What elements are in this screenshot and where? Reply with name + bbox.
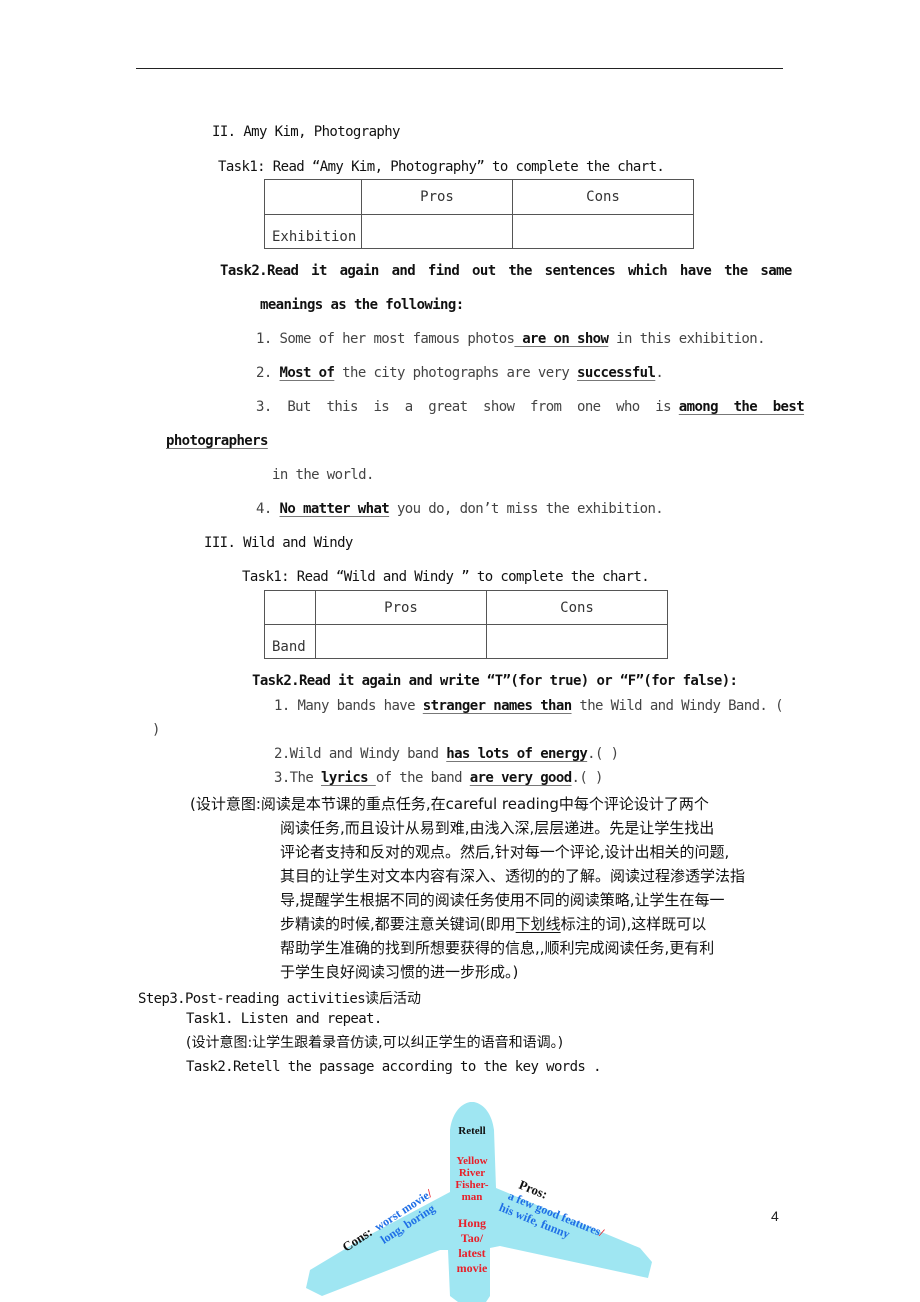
key-phrase: among the best — [678, 399, 805, 415]
item-number: 1. — [256, 331, 272, 347]
item-text: the city photographs are very — [334, 365, 578, 381]
item-number: 2. — [274, 746, 290, 762]
key-phrase: lyrics — [321, 770, 376, 786]
design-note-line-6: 步精读的时候,都要注意关键词(即用下划线标注的词),这样既可以 — [280, 912, 706, 937]
chart-row-label-exhibition: Exhibition — [264, 214, 362, 249]
sentence-item-3-wrap: photographers — [166, 433, 268, 449]
item-text: .( ) — [587, 746, 619, 762]
item-number: 1. — [274, 698, 290, 714]
design-note-line-1: (设计意图:阅读是本节课的重点任务,在careful reading中每个评论设… — [190, 795, 709, 813]
design-note-line-8: 于学生良好阅读习惯的进一步形成。) — [280, 963, 519, 981]
chart-cell-pros[interactable] — [315, 624, 487, 659]
task2-wild-windy: Task2.Read it again and write “T”(for tr… — [252, 673, 738, 689]
note-underlined-term: 下划线 — [515, 915, 561, 933]
section-heading-wild-windy: III. Wild and Windy — [204, 535, 353, 551]
tf-item-1-wrap: ) — [152, 722, 160, 738]
center-text-line: latest — [458, 1246, 485, 1260]
item-number: 3. — [256, 399, 272, 415]
item-text: But this is a great show from one who is — [287, 399, 679, 415]
center-text-line: River — [459, 1167, 485, 1179]
key-phrase: are very good — [469, 770, 572, 786]
retell-airplane-diagram: Retell YellowRiverFisher-man HongTao/lat… — [306, 1102, 652, 1302]
pros-cons-chart-band: Pros Cons Band — [264, 590, 668, 659]
design-note-line-2: 阅读任务,而且设计从易到难,由浅入深,层层递进。先是让学生找出 — [280, 819, 715, 837]
tf-item-2: 2.Wild and Windy band has lots of energy… — [274, 746, 619, 762]
page-number: 4 — [771, 1208, 779, 1224]
pros-cons-chart-exhibition: Pros Cons Exhibition — [264, 179, 694, 249]
center-text-line: Yellow — [456, 1155, 487, 1167]
center-text-line: Hong — [458, 1216, 486, 1230]
chart-cell-cons[interactable] — [486, 624, 668, 659]
task2-amy-kim-line2: meanings as the following: — [260, 297, 464, 313]
tf-item-3: 3.The lyrics of the band are very good.(… — [274, 770, 603, 786]
key-phrase: successful — [577, 365, 656, 381]
design-note-line-3: 评论者支持和反对的观点。然后,针对每一个评论,设计出相关的问题, — [280, 843, 730, 861]
chart-row-label-band: Band — [264, 624, 316, 659]
task1-amy-kim: Task1: Read “Amy Kim, Photography” to co… — [218, 159, 665, 175]
item-text: the Wild and Windy Band. ( — [571, 698, 783, 714]
key-phrase: photographers — [166, 433, 268, 449]
step3-heading-en: Step3.Post-reading activities — [138, 991, 366, 1007]
center-bottom-text: HongTao/latestmovie — [457, 1216, 488, 1275]
design-note-line-7: 帮助学生准确的找到所想要获得的信息,,顺利完成阅读任务,更有利 — [280, 939, 715, 957]
step3-heading-cn: 读后活动 — [365, 991, 422, 1007]
item-text: Some of her most famous photos — [279, 331, 515, 347]
sentence-item-1: 1. Some of her most famous photos are on… — [256, 331, 766, 347]
step3-task1: Task1. Listen and repeat. — [186, 1011, 382, 1027]
chart-header-cons: Cons — [486, 590, 668, 625]
retell-title: Retell — [458, 1125, 485, 1137]
sentence-item-4: 4. No matter what you do, don’t miss the… — [256, 501, 664, 517]
chart-header-empty — [264, 590, 316, 625]
design-note-line-5: 导,提醒学生根据不同的阅读任务使用不同的阅读策略,让学生在每一 — [280, 891, 725, 909]
chart-cell-cons[interactable] — [512, 214, 694, 249]
center-text-line: Fisher- — [455, 1179, 489, 1191]
item-text: of the band — [375, 770, 470, 786]
task1-wild-windy: Task1: Read “Wild and Windy ” to complet… — [242, 569, 650, 585]
design-note-line-4: 其目的让学生对文本内容有深入、透彻的的了解。阅读过程渗透学法指 — [280, 867, 746, 885]
center-text-line: movie — [457, 1261, 488, 1275]
item-text: you do, don’t miss the exhibition. — [389, 501, 664, 517]
item-text: .( ) — [571, 770, 604, 786]
tf-item-1: 1. Many bands have stranger names than t… — [274, 698, 784, 714]
chart-cell-pros[interactable] — [361, 214, 513, 249]
item-number: 4. — [256, 501, 272, 517]
chart-header-empty — [264, 179, 362, 215]
step3-task2: Task2.Retell the passage according to th… — [186, 1059, 602, 1075]
item-text: Many bands have — [297, 698, 423, 714]
item-text: in this exhibition. — [608, 331, 765, 347]
item-text: The — [289, 770, 321, 786]
header-rule — [136, 68, 783, 69]
item-text: . — [655, 365, 664, 381]
sentence-item-3: 3. But this is a great show from one who… — [256, 399, 805, 415]
key-phrase: No matter what — [279, 501, 390, 517]
step3-heading: Step3.Post-reading activities读后活动 — [138, 987, 421, 1012]
sentence-item-3-continuation: in the world. — [272, 467, 374, 483]
chart-header-cons: Cons — [512, 179, 694, 215]
item-number: 3. — [274, 770, 290, 786]
sentence-item-2: 2. Most of the city photographs are very… — [256, 365, 664, 381]
note-text: 标注的词),这样既可以 — [560, 915, 707, 933]
item-text: Wild and Windy band — [289, 746, 447, 762]
chart-header-pros: Pros — [361, 179, 513, 215]
chart-header-pros: Pros — [315, 590, 487, 625]
section-heading-amy-kim: II. Amy Kim, Photography — [212, 124, 400, 140]
item-number: 2. — [256, 365, 272, 381]
key-phrase: are on show — [514, 331, 609, 347]
note-text: 步精读的时候,都要注意关键词(即用 — [280, 915, 516, 933]
step3-task1-note: (设计意图:让学生跟着录音仿读,可以纠正学生的语音和语调。) — [186, 1035, 564, 1051]
center-text-line: man — [462, 1191, 483, 1203]
key-phrase: stranger names than — [422, 698, 572, 714]
center-text-line: Tao/ — [461, 1231, 484, 1245]
task2-amy-kim-line1: Task2.Read it again and find out the sen… — [220, 263, 792, 279]
key-phrase: Most of — [279, 365, 335, 381]
key-phrase: has lots of energy — [446, 746, 588, 762]
